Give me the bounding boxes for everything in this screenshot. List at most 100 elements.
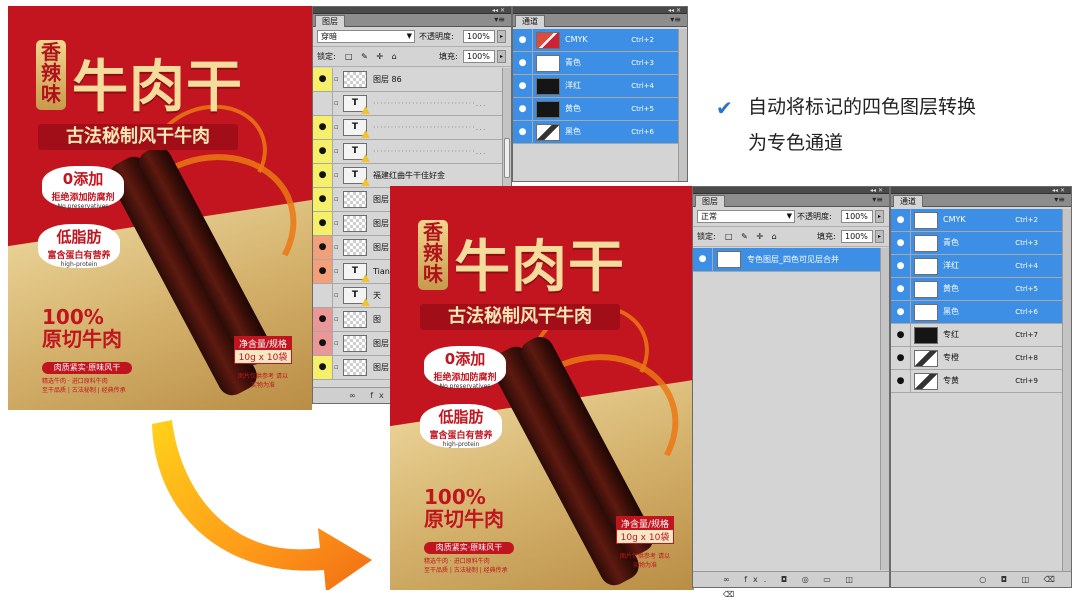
eye-icon[interactable]: ●	[313, 356, 333, 379]
channel-row[interactable]: ● 黑色 Ctrl+6	[513, 121, 678, 144]
tab-channels[interactable]: 通道	[893, 195, 923, 207]
eye-icon[interactable]: ●	[313, 212, 333, 235]
layer-row[interactable]: ● ▫ T 福建红曲牛干佳好金	[313, 164, 502, 188]
eye-icon[interactable]: ●	[313, 116, 333, 139]
feature-line-1: 精选牛肉 · 进口原料牛肉	[42, 378, 108, 385]
eye-icon[interactable]: ●	[513, 75, 533, 97]
opacity-input[interactable]: 100%	[463, 30, 495, 43]
collapse-icon[interactable]: ◂◂ ✕	[668, 7, 681, 14]
layers-scrollbar[interactable]	[880, 248, 889, 570]
panel-menu-icon[interactable]: ▾≡	[872, 195, 883, 204]
collapse-icon[interactable]: ◂◂ ✕	[492, 7, 505, 14]
channel-row[interactable]: ● 黑色 Ctrl+6	[891, 301, 1062, 324]
blend-mode-select[interactable]: 穿暗 ▼	[317, 30, 415, 43]
panel-menu-icon[interactable]: ▾≡	[494, 15, 505, 24]
eye-icon[interactable]: ●	[891, 301, 911, 323]
layer-row[interactable]: ● ▫ 图层 86	[313, 68, 502, 92]
eye-icon[interactable]: ●	[313, 164, 333, 187]
eye-icon[interactable]: ●	[313, 308, 333, 331]
channel-name: 青色	[943, 238, 959, 247]
channel-row[interactable]: ● 青色 Ctrl+3	[891, 232, 1062, 255]
eye-icon[interactable]: ●	[313, 92, 333, 115]
channel-row[interactable]: ● 黄色 Ctrl+5	[891, 278, 1062, 301]
channel-thumbnail	[914, 212, 938, 229]
eye-icon[interactable]: ●	[891, 347, 911, 369]
panel-titlebar: ◂◂ ✕	[513, 7, 687, 14]
channel-shortcut: Ctrl+7	[1015, 331, 1038, 339]
panel-menu-icon[interactable]: ▾≡	[670, 15, 681, 24]
fill-arrow[interactable]: ▸	[497, 50, 506, 63]
opacity-arrow[interactable]: ▸	[875, 210, 884, 223]
lock-icons[interactable]: □ ✎ ✛ ⌂	[725, 230, 780, 243]
flavor-badge: 香辣味	[418, 220, 448, 290]
scrollbar-thumb[interactable]	[504, 138, 510, 178]
blend-mode-select[interactable]: 正常 ▼	[697, 210, 795, 223]
layer-row[interactable]: ●▫ T·····························...	[313, 116, 502, 140]
fill-arrow[interactable]: ▸	[875, 230, 884, 243]
layer-name: 图层	[373, 339, 389, 348]
tab-layers[interactable]: 图层	[315, 15, 345, 27]
layer-name: ·····························...	[373, 123, 487, 132]
layer-row[interactable]: ●▫ T·····························...	[313, 140, 502, 164]
eye-icon[interactable]: ●	[313, 188, 333, 211]
eye-icon[interactable]: ●	[891, 324, 911, 346]
channels-footer: ○ ◘ ◫ ⌫	[891, 571, 1071, 587]
channel-thumbnail	[536, 101, 560, 118]
eye-icon[interactable]: ●	[891, 255, 911, 277]
layer-row[interactable]: ● 专色图层_四色可见层合并	[693, 248, 880, 272]
channel-row[interactable]: ● 专黄 Ctrl+9	[891, 370, 1062, 393]
eye-icon[interactable]: ●	[513, 52, 533, 74]
opacity-input[interactable]: 100%	[841, 210, 873, 223]
eye-icon[interactable]: ●	[313, 332, 333, 355]
channel-row[interactable]: ● CMYK Ctrl+2	[513, 29, 678, 52]
eye-icon[interactable]: ●	[891, 278, 911, 300]
opacity-label: 不透明度:	[419, 32, 454, 41]
eye-icon[interactable]: ●	[513, 98, 533, 120]
layer-name: 图层	[373, 363, 389, 372]
channel-row[interactable]: ● 专红 Ctrl+7	[891, 324, 1062, 347]
eye-icon[interactable]: ●	[313, 260, 333, 283]
eye-icon[interactable]: ●	[313, 284, 333, 307]
collapse-icon[interactable]: ◂◂ ✕	[1052, 187, 1065, 194]
channel-row[interactable]: ● 专橙 Ctrl+8	[891, 347, 1062, 370]
feature-line-2: 至干品质 | 古法秘制 | 经典传承	[42, 387, 126, 394]
lock-icons[interactable]: □ ✎ ✛ ⌂	[345, 50, 400, 63]
eye-icon[interactable]: ●	[313, 68, 333, 91]
warning-icon	[361, 154, 370, 162]
panel-tabs: 图层 ▾≡	[313, 14, 511, 27]
channel-row[interactable]: ● 洋红 Ctrl+4	[513, 75, 678, 98]
eye-icon[interactable]: ●	[891, 209, 911, 231]
channel-row[interactable]: ● 青色 Ctrl+3	[513, 52, 678, 75]
opacity-arrow[interactable]: ▸	[497, 30, 506, 43]
layer-row[interactable]: ●▫ T·····························...	[313, 92, 502, 116]
tab-channels[interactable]: 通道	[515, 15, 545, 27]
channel-row[interactable]: ● 洋红 Ctrl+4	[891, 255, 1062, 278]
no-additive-sub: 拒绝添加防腐剂	[51, 193, 115, 203]
eye-icon[interactable]: ●	[693, 248, 713, 271]
channel-name: 洋红	[943, 261, 959, 270]
text-layer-thumbnail: T	[343, 143, 370, 162]
channel-list: ● CMYK Ctrl+2 ● 青色 Ctrl+3 ● 洋红 Ctrl+4 ● 黄色 Ctrl+5 ● 黑…	[891, 209, 1062, 393]
link-icon: ▫	[334, 243, 339, 251]
eye-icon[interactable]: ●	[313, 236, 333, 259]
eye-icon[interactable]: ●	[891, 232, 911, 254]
panel-titlebar: ◂◂ ✕	[891, 187, 1071, 194]
fill-input[interactable]: 100%	[841, 230, 873, 243]
eye-icon[interactable]: ●	[513, 29, 533, 51]
panel-menu-icon[interactable]: ▾≡	[1054, 195, 1065, 204]
channel-thumbnail	[914, 373, 938, 390]
fill-input[interactable]: 100%	[463, 50, 495, 63]
channel-row[interactable]: ● 黄色 Ctrl+5	[513, 98, 678, 121]
layer-thumbnail	[343, 359, 367, 376]
collapse-icon[interactable]: ◂◂ ✕	[870, 187, 883, 194]
channels-scrollbar[interactable]	[678, 29, 687, 181]
eye-icon[interactable]: ●	[313, 140, 333, 163]
eye-icon[interactable]: ●	[513, 121, 533, 143]
tab-layers[interactable]: 图层	[695, 195, 725, 207]
layer-name: 专色图层_四色可见层合并	[747, 255, 839, 264]
channel-row[interactable]: ● CMYK Ctrl+2	[891, 209, 1062, 232]
channel-thumbnail	[536, 55, 560, 72]
poster-title: 牛肉干	[454, 235, 625, 300]
eye-icon[interactable]: ●	[891, 370, 911, 392]
channels-scrollbar[interactable]	[1062, 209, 1071, 571]
